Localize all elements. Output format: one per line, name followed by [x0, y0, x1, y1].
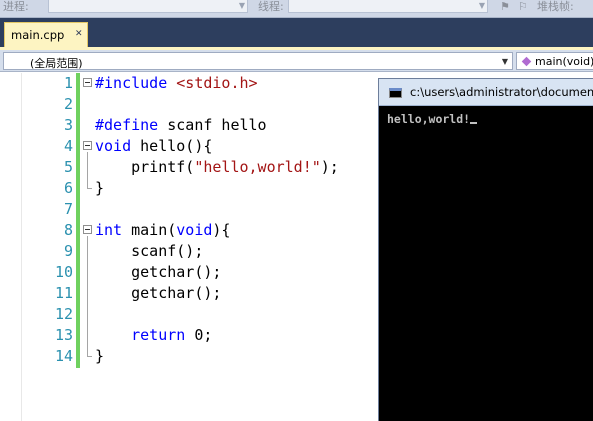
- line-number: 7: [63, 200, 73, 218]
- line-number: 9: [63, 242, 73, 260]
- process-combo[interactable]: ▼: [48, 0, 248, 13]
- chevron-down-icon: ▼: [501, 57, 508, 66]
- member-value: main(void): [535, 55, 593, 68]
- preprocessor-keyword: #include: [95, 74, 168, 92]
- type-keyword: int: [95, 221, 123, 239]
- line-number: 4: [63, 137, 73, 155]
- tab-main-cpp[interactable]: main.cpp ✕: [4, 22, 88, 47]
- line-number: 8: [63, 221, 73, 239]
- close-icon[interactable]: ✕: [75, 29, 83, 39]
- line-number: 5: [63, 158, 73, 176]
- chevron-down-icon: ▼: [238, 1, 245, 10]
- code-text: hello(){: [131, 137, 213, 155]
- thread-label: 线程:: [258, 0, 284, 13]
- code-line-14[interactable]: }: [95, 346, 104, 367]
- thread-combo[interactable]: ▼: [288, 0, 488, 13]
- flag-filter-icon[interactable]: ⚐: [518, 0, 528, 13]
- line-number: 6: [63, 179, 73, 197]
- process-label: 进程:: [3, 0, 29, 13]
- console-window[interactable]: c:\users\administrator\documents hello,w…: [378, 78, 593, 421]
- flag-icon[interactable]: ⚑: [500, 0, 510, 13]
- code-line-8[interactable]: int main(void){: [95, 220, 230, 241]
- return-keyword: return: [131, 326, 186, 344]
- line-number: 13: [54, 326, 73, 344]
- navigation-bar: (全局范围) ▼ main(void): [0, 50, 593, 72]
- text-cursor: [470, 122, 478, 124]
- code-text: scanf hello: [158, 116, 267, 134]
- code-text: ){: [212, 221, 231, 239]
- function-icon: [521, 56, 532, 67]
- code-line-3[interactable]: #define scanf hello: [95, 115, 267, 136]
- code-line-1[interactable]: #include <stdio.h>: [95, 73, 258, 94]
- console-title-bar[interactable]: c:\users\administrator\documents: [379, 79, 593, 106]
- code-line-10[interactable]: getchar();: [95, 262, 221, 283]
- scope-dropdown[interactable]: (全局范围) ▼: [3, 52, 513, 70]
- line-number: 11: [54, 284, 73, 302]
- code-line-9[interactable]: scanf();: [95, 241, 203, 262]
- code-text: main(: [122, 221, 177, 239]
- code-line-6[interactable]: }: [95, 178, 104, 199]
- line-number: 3: [63, 116, 73, 134]
- type-keyword: void: [95, 137, 132, 155]
- line-number: 14: [54, 347, 73, 365]
- console-output-text: hello,world!: [387, 112, 471, 126]
- include-header: <stdio.h>: [176, 74, 258, 92]
- preprocessor-keyword: #define: [95, 116, 159, 134]
- code-line-13[interactable]: return 0;: [95, 325, 212, 346]
- line-number: 10: [54, 263, 73, 281]
- line-number: 1: [63, 74, 73, 92]
- code-text: );: [320, 158, 339, 176]
- string-literal: "hello,world!": [194, 158, 321, 176]
- member-dropdown[interactable]: main(void): [516, 52, 593, 70]
- line-number: 2: [63, 95, 73, 113]
- code-text: printf(: [95, 158, 195, 176]
- console-output: hello,world!: [387, 112, 478, 126]
- document-tab-band: main.cpp ✕: [0, 18, 593, 47]
- stack-frame-label: 堆栈帧:: [537, 0, 574, 13]
- code-line-5[interactable]: printf("hello,world!");: [95, 157, 339, 178]
- debug-toolbar: 进程: ▼ 线程: ▼ ⚑ ⚐ 堆栈帧:: [0, 0, 593, 18]
- code-line-11[interactable]: getchar();: [95, 283, 221, 304]
- code-line-4[interactable]: void hello(){: [95, 136, 212, 157]
- type-keyword: void: [176, 221, 213, 239]
- code-text: 0;: [185, 326, 213, 344]
- line-number: 12: [54, 305, 73, 323]
- chevron-down-icon: ▼: [478, 1, 485, 10]
- scope-value: (全局范围): [30, 57, 83, 70]
- tab-label: main.cpp: [11, 28, 65, 42]
- console-title: c:\users\administrator\documents: [410, 85, 593, 99]
- console-icon: [389, 88, 402, 98]
